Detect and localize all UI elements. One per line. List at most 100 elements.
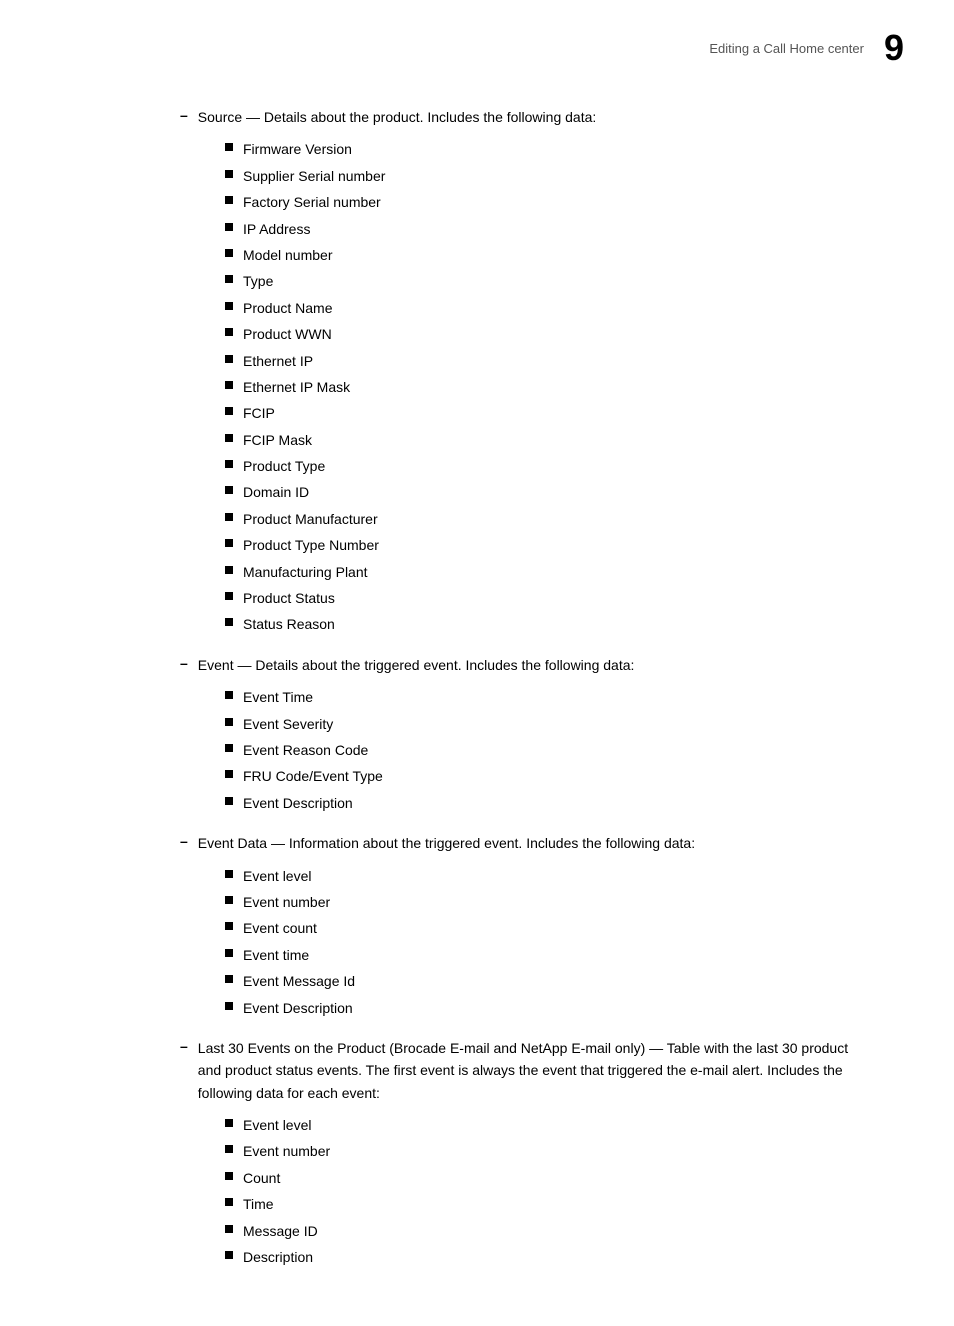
section-last-30-list: Event level Event number Count Time Message …: [225, 1114, 854, 1268]
list-item-text: Event Time: [243, 686, 313, 708]
bullet-icon: [225, 302, 233, 310]
list-item-text: Event Description: [243, 997, 353, 1019]
list-item-text: Product Type: [243, 455, 325, 477]
bullet-icon: [225, 170, 233, 178]
bullet-icon: [225, 797, 233, 805]
list-item-text: Firmware Version: [243, 138, 352, 160]
list-item: Count: [225, 1167, 854, 1189]
list-item-text: Product Status: [243, 587, 335, 609]
list-item: Event level: [225, 1114, 854, 1136]
list-item-text: Status Reason: [243, 613, 335, 635]
list-item: FCIP Mask: [225, 429, 854, 451]
list-item: Event number: [225, 1140, 854, 1162]
section-event: –Event — Details about the triggered eve…: [180, 654, 854, 814]
list-item-text: Event Severity: [243, 713, 333, 735]
list-item-text: Event level: [243, 865, 311, 887]
list-item: Product Type: [225, 455, 854, 477]
section-last-30-intro: Last 30 Events on the Product (Brocade E…: [198, 1037, 854, 1104]
section-source-list: Firmware Version Supplier Serial number Fa…: [225, 138, 854, 635]
bullet-icon: [225, 566, 233, 574]
list-item-text: Event time: [243, 944, 309, 966]
bullet-icon: [225, 691, 233, 699]
bullet-icon: [225, 328, 233, 336]
list-item-text: FCIP: [243, 402, 275, 424]
list-item: Event number: [225, 891, 854, 913]
list-item: FCIP: [225, 402, 854, 424]
list-item-text: Description: [243, 1246, 313, 1268]
list-item-text: Manufacturing Plant: [243, 561, 368, 583]
bullet-icon: [225, 513, 233, 521]
section-source: –Source — Details about the product. Inc…: [180, 106, 854, 636]
list-item: Message ID: [225, 1220, 854, 1242]
bullet-icon: [225, 1119, 233, 1127]
section-event-data-header: –Event Data — Information about the trig…: [180, 832, 854, 854]
bullet-icon: [225, 381, 233, 389]
bullet-icon: [225, 744, 233, 752]
bullet-icon: [225, 770, 233, 778]
list-item: Supplier Serial number: [225, 165, 854, 187]
list-item: Event Description: [225, 997, 854, 1019]
list-item: Domain ID: [225, 481, 854, 503]
list-item: Firmware Version: [225, 138, 854, 160]
list-item-text: Message ID: [243, 1220, 318, 1242]
bullet-icon: [225, 223, 233, 231]
list-item-text: Supplier Serial number: [243, 165, 385, 187]
bullet-icon: [225, 1002, 233, 1010]
bullet-icon: [225, 460, 233, 468]
bullet-icon: [225, 143, 233, 151]
section-source-intro: Source — Details about the product. Incl…: [198, 106, 596, 128]
list-item: Product Type Number: [225, 534, 854, 556]
section-event-list: Event Time Event Severity Event Reason Cod…: [225, 686, 854, 814]
bullet-icon: [225, 355, 233, 363]
section-event-data-list: Event level Event number Event count Event …: [225, 865, 854, 1019]
list-item-text: Factory Serial number: [243, 191, 381, 213]
list-item: Status Reason: [225, 613, 854, 635]
list-item: Event Description: [225, 792, 854, 814]
bullet-icon: [225, 539, 233, 547]
list-item-text: FCIP Mask: [243, 429, 312, 451]
list-item-text: Event Message Id: [243, 970, 355, 992]
bullet-icon: [225, 486, 233, 494]
bullet-icon: [225, 1225, 233, 1233]
list-item-text: Event number: [243, 891, 330, 913]
list-item-text: FRU Code/Event Type: [243, 765, 383, 787]
bullet-icon: [225, 1251, 233, 1259]
list-item-text: Product Manufacturer: [243, 508, 378, 530]
list-item: Product Name: [225, 297, 854, 319]
list-item-text: Event level: [243, 1114, 311, 1136]
list-item: Factory Serial number: [225, 191, 854, 213]
list-item-text: Event number: [243, 1140, 330, 1162]
outer-list: –Source — Details about the product. Inc…: [180, 106, 854, 1268]
list-item: Description: [225, 1246, 854, 1268]
list-item-text: Product Type Number: [243, 534, 379, 556]
section-last-30: –Last 30 Events on the Product (Brocade …: [180, 1037, 854, 1269]
list-item: Event Time: [225, 686, 854, 708]
list-item: FRU Code/Event Type: [225, 765, 854, 787]
bullet-icon: [225, 896, 233, 904]
list-item-text: Domain ID: [243, 481, 309, 503]
bullet-icon: [225, 949, 233, 957]
list-item: Product WWN: [225, 323, 854, 345]
dash-event: –: [180, 655, 188, 671]
list-item-text: Ethernet IP: [243, 350, 313, 372]
dash-source: –: [180, 107, 188, 123]
list-item-text: Time: [243, 1193, 274, 1215]
dash-last-30: –: [180, 1038, 188, 1054]
list-item: Product Manufacturer: [225, 508, 854, 530]
list-item: Event time: [225, 944, 854, 966]
bullet-icon: [225, 407, 233, 415]
bullet-icon: [225, 870, 233, 878]
list-item: Event Reason Code: [225, 739, 854, 761]
bullet-icon: [225, 1172, 233, 1180]
bullet-icon: [225, 434, 233, 442]
bullet-icon: [225, 1145, 233, 1153]
header-title: Editing a Call Home center: [709, 41, 864, 56]
bullet-icon: [225, 275, 233, 283]
list-item-text: Ethernet IP Mask: [243, 376, 350, 398]
bullet-icon: [225, 618, 233, 626]
list-item-text: Type: [243, 270, 273, 292]
list-item-text: Event count: [243, 917, 317, 939]
list-item: Type: [225, 270, 854, 292]
list-item: Ethernet IP Mask: [225, 376, 854, 398]
list-item: Event count: [225, 917, 854, 939]
